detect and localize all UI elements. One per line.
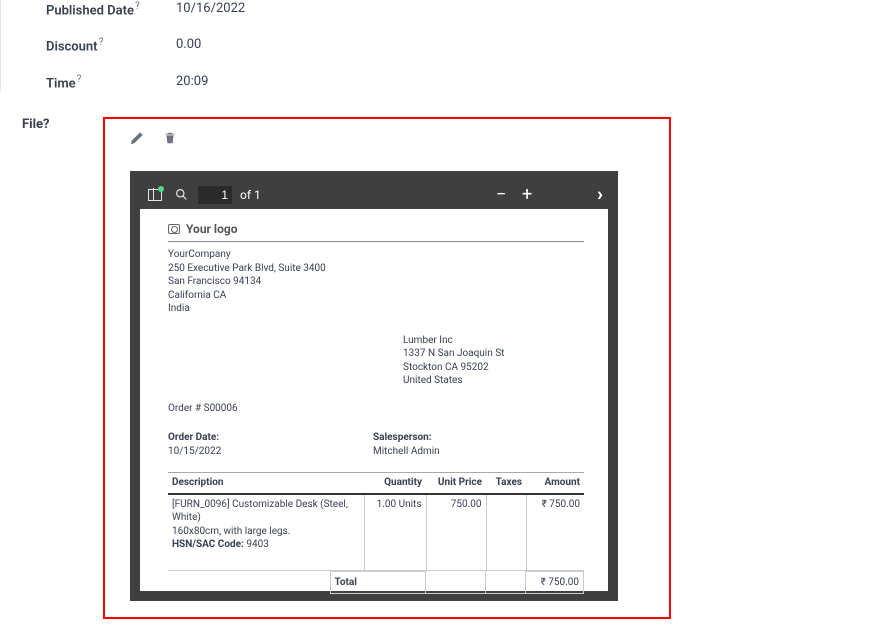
tools-menu-icon[interactable]: ›› bbox=[597, 184, 598, 205]
total-label: Total bbox=[330, 571, 426, 594]
help-icon[interactable]: ? bbox=[43, 117, 49, 132]
edit-icon[interactable] bbox=[130, 131, 144, 145]
file-content-area: of 1 − + ›› Your logo YourCompany 250 Ex… bbox=[103, 117, 671, 619]
file-label: File? bbox=[22, 117, 50, 132]
divider bbox=[168, 241, 584, 242]
company-address: YourCompany 250 Executive Park Blvd, Sui… bbox=[168, 248, 584, 316]
line-items-table: Description Quantity Unit Price Taxes Am… bbox=[168, 472, 584, 571]
col-taxes: Taxes bbox=[486, 473, 526, 494]
totals-row: Total ₹ 750.00 bbox=[168, 571, 584, 595]
order-number: Order # S00006 bbox=[168, 402, 584, 416]
file-actions bbox=[130, 131, 651, 149]
help-icon[interactable]: ? bbox=[99, 37, 104, 48]
help-icon[interactable]: ? bbox=[77, 74, 82, 85]
published-date-value: 10/16/2022 bbox=[176, 0, 245, 16]
col-unit-price: Unit Price bbox=[426, 473, 486, 494]
discount-label: Discount? bbox=[46, 36, 176, 54]
total-value: ₹ 750.00 bbox=[526, 571, 584, 594]
pdf-page: Your logo YourCompany 250 Executive Park… bbox=[140, 209, 608, 604]
customer-address: Lumber Inc 1337 N San Joaquin St Stockto… bbox=[403, 334, 584, 388]
order-date: Order Date: 10/15/2022 bbox=[168, 431, 373, 458]
col-quantity: Quantity bbox=[364, 473, 426, 494]
time-value: 20:09 bbox=[176, 73, 208, 89]
logo-placeholder: Your logo bbox=[168, 221, 584, 237]
col-amount: Amount bbox=[526, 473, 584, 494]
camera-icon bbox=[168, 224, 180, 234]
discount-value: 0.00 bbox=[176, 36, 201, 52]
time-label: Time? bbox=[46, 73, 176, 91]
search-icon[interactable] bbox=[172, 186, 190, 204]
sidebar-toggle-icon[interactable] bbox=[146, 186, 164, 204]
col-description: Description bbox=[168, 473, 364, 494]
field-file: File? of 1 bbox=[0, 109, 886, 627]
delete-icon[interactable] bbox=[163, 131, 177, 145]
field-time: Time? 20:09 bbox=[46, 73, 866, 91]
field-published-date: Published Date? 10/16/2022 bbox=[46, 0, 866, 18]
help-icon[interactable]: ? bbox=[135, 1, 140, 12]
pdf-viewer: of 1 − + ›› Your logo YourCompany 250 Ex… bbox=[130, 171, 618, 601]
page-number-input[interactable] bbox=[198, 186, 232, 204]
logo-text: Your logo bbox=[186, 221, 238, 237]
salesperson: Salesperson: Mitchell Admin bbox=[373, 431, 440, 458]
field-discount: Discount? 0.00 bbox=[46, 36, 866, 54]
table-row: [FURN_0096] Customizable Desk (Steel, Wh… bbox=[168, 494, 584, 571]
zoom-out-icon[interactable]: − bbox=[495, 186, 507, 204]
page-total: of 1 bbox=[240, 188, 261, 202]
zoom-in-icon[interactable]: + bbox=[521, 186, 533, 204]
pdf-toolbar: of 1 − + ›› bbox=[140, 181, 608, 209]
published-date-label: Published Date? bbox=[46, 0, 176, 18]
